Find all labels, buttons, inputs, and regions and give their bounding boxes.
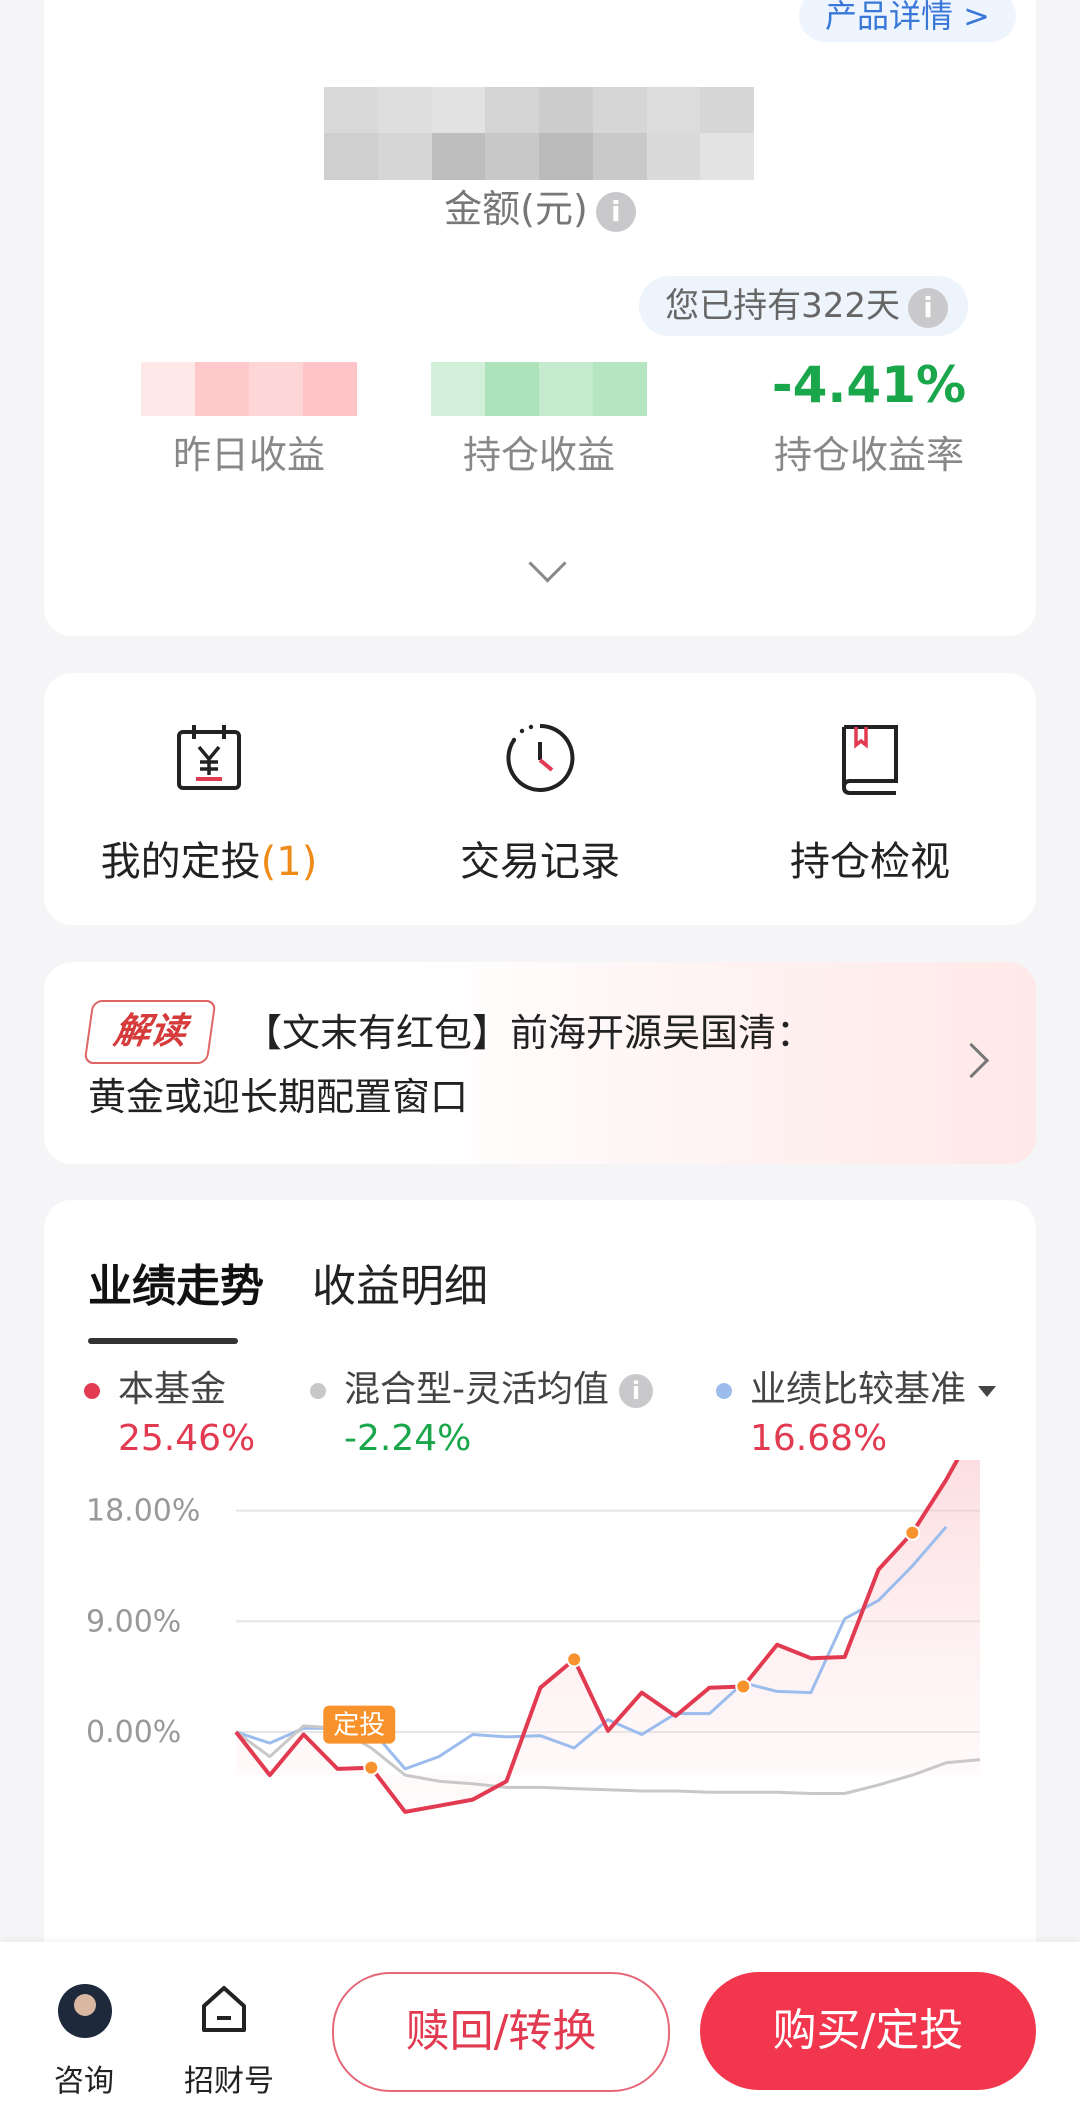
dropdown-triangle-icon[interactable] <box>978 1385 997 1397</box>
holding-return-rate-value: -4.41% <box>771 356 967 414</box>
auto-invest-marker <box>363 1759 380 1776</box>
legend-dot <box>716 1383 732 1399</box>
info-icon[interactable]: i <box>595 191 636 232</box>
holding-return-rate-label: 持仓收益率 <box>773 433 964 477</box>
redeem-convert-button[interactable]: 赎回/转换 <box>332 1972 670 2092</box>
expand-chevron-icon[interactable] <box>528 544 567 583</box>
holding-profit-blurred <box>431 362 647 416</box>
holding-review-button[interactable]: 持仓检视 <box>720 713 1020 887</box>
news-banner[interactable]: 解读 【文末有红包】前海开源吴国清： 黄金或迎长期配置窗口 <box>44 962 1036 1164</box>
holding-review-label: 持仓检视 <box>790 839 950 885</box>
y-tick-label: 18.00% <box>86 1494 200 1529</box>
auto-invest-marker <box>735 1678 752 1695</box>
calendar-yen-icon <box>59 713 359 803</box>
legend-dot <box>310 1383 326 1399</box>
yesterday-profit-blurred <box>141 362 357 416</box>
tab-income-detail[interactable]: 收益明细 <box>312 1250 488 1314</box>
this-fund-return: 25.46% <box>118 1418 256 1459</box>
auto-invest-marker <box>904 1524 921 1541</box>
quick-actions-card: 我的定投(1) 交易记录 持仓检视 <box>44 673 1036 925</box>
held-days-badge: 您已持有322天 i <box>639 276 968 336</box>
my-auto-invest-button[interactable]: 我的定投(1) <box>59 713 359 887</box>
book-bookmark-icon <box>720 713 1020 803</box>
y-tick-label: 0.00% <box>86 1715 181 1750</box>
active-tab-indicator <box>88 1338 238 1344</box>
holding-profit-stat: 持仓收益 <box>394 350 684 479</box>
consult-label[interactable]: 咨询 <box>54 2056 114 2100</box>
holdings-card: 产品详情 > 金额(元) i 您已持有322天 i 昨日收益 持仓收益 -4.41%… <box>44 0 1036 636</box>
trade-records-button[interactable]: 交易记录 <box>390 713 690 887</box>
info-icon[interactable]: i <box>619 1374 653 1408</box>
amount-label: 金额(元) i <box>44 178 1036 233</box>
home-icon[interactable] <box>198 1982 250 2038</box>
product-detail-link[interactable]: 产品详情 > <box>799 0 1016 42</box>
chevron-right-icon <box>953 1042 990 1079</box>
yesterday-profit-stat: 昨日收益 <box>104 350 394 479</box>
amount-value-blurred <box>324 40 754 180</box>
auto-invest-tag-label: 定投 <box>333 1711 385 1741</box>
holding-profit-label: 持仓收益 <box>462 433 615 477</box>
legend-benchmark[interactable]: 业绩比较基准 16.68% <box>716 1360 997 1459</box>
buy-auto-invest-button[interactable]: 购买/定投 <box>700 1972 1036 2090</box>
info-icon[interactable]: i <box>908 287 948 328</box>
holding-return-rate-stat: -4.41% 持仓收益率 <box>724 350 1014 479</box>
legend-this-fund[interactable]: 本基金 25.46% <box>84 1360 255 1459</box>
yesterday-profit-label: 昨日收益 <box>172 433 325 477</box>
category-average-return: -2.24% <box>344 1418 472 1459</box>
interpretation-tag: 解读 <box>83 1000 217 1064</box>
performance-line-chart[interactable]: 27.00%18.00%9.00%0.00%25.46%定投 <box>44 1460 1036 1960</box>
news-title-line2: 黄金或迎长期配置窗口 <box>88 1075 469 1119</box>
auto-invest-marker <box>566 1651 583 1668</box>
wealth-account-label[interactable]: 招财号 <box>184 2056 274 2100</box>
clock-history-icon <box>390 713 690 803</box>
my-auto-invest-label: 我的定投 <box>100 839 261 885</box>
auto-invest-count: (1) <box>260 839 318 885</box>
legend-dot <box>84 1383 100 1399</box>
legend-category-average[interactable]: 混合型-灵活均值 i -2.24% <box>310 1360 653 1459</box>
advisor-avatar[interactable] <box>58 1984 112 2038</box>
performance-card: 业绩走势 收益明细 本基金 25.46% 混合型-灵活均值 i -2.24% 业绩… <box>44 1200 1036 1960</box>
fund-area-fill <box>236 1460 980 1812</box>
tab-performance-trend[interactable]: 业绩走势 <box>88 1250 264 1314</box>
y-tick-label: 9.00% <box>86 1604 181 1639</box>
benchmark-return: 16.68% <box>750 1418 888 1459</box>
news-title-line1: 【文末有红包】前海开源吴国清： <box>244 1011 815 1055</box>
trade-records-label: 交易记录 <box>460 839 620 885</box>
bottom-action-bar: 咨询 招财号 赎回/转换 购买/定投 <box>0 1942 1080 2123</box>
